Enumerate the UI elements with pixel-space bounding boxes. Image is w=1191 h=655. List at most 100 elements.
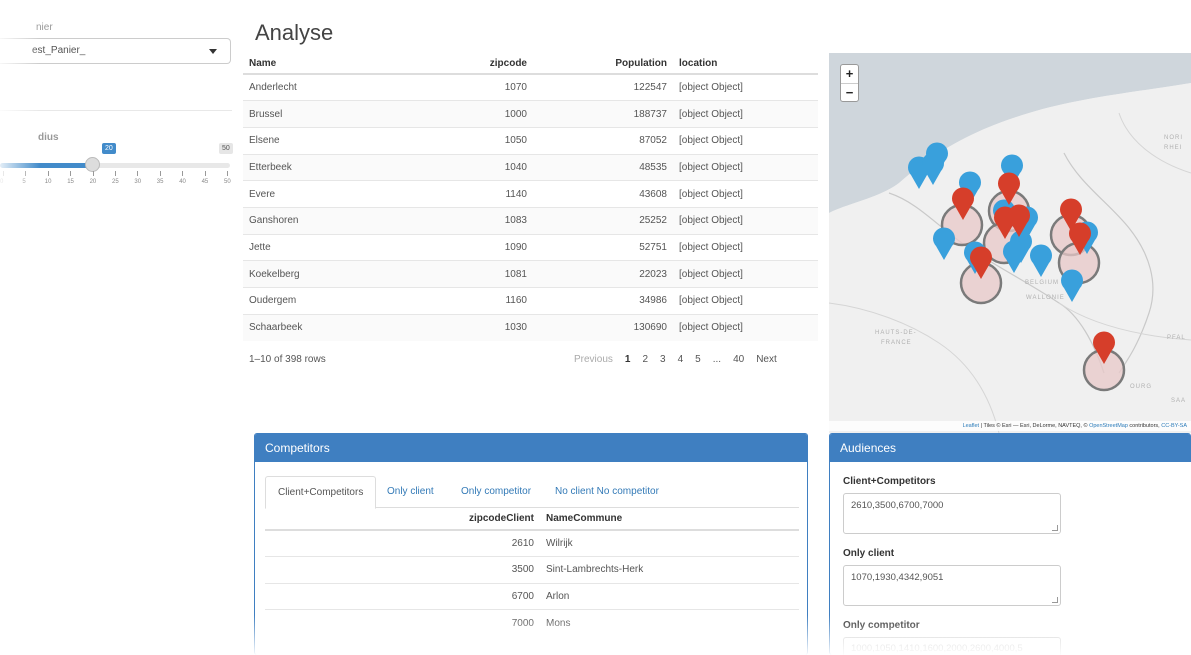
cell-population: 52751 bbox=[533, 233, 673, 261]
table-row: Etterbeek 1040 48535 [object Object] bbox=[243, 153, 818, 181]
page-title: Analyse bbox=[255, 20, 334, 45]
cell-zipcode-client: 3500 bbox=[265, 556, 540, 583]
slider-handle[interactable] bbox=[84, 157, 100, 172]
cell-zipcode-client: 6700 bbox=[265, 582, 540, 610]
slider-tick-label: 10 bbox=[44, 179, 52, 185]
map-tiles bbox=[829, 53, 1191, 433]
cell-name: Etterbeek bbox=[243, 153, 473, 181]
cell-name: Koekelberg bbox=[243, 260, 473, 288]
resize-handle-icon[interactable] bbox=[1052, 597, 1058, 603]
leaflet-link[interactable]: Leaflet bbox=[963, 423, 980, 429]
attribution-text: | Tiles © Esri — Esri, DeLorme, NAVTEQ, … bbox=[979, 423, 1090, 429]
audience-value: 2610,3500,6700,7000 bbox=[851, 500, 944, 511]
pagination-page-40[interactable]: 40 bbox=[727, 354, 750, 365]
cell-zipcode: 1160 bbox=[473, 287, 533, 315]
divider bbox=[0, 110, 232, 111]
cc-by-sa-link[interactable]: CC-BY-SA bbox=[1161, 423, 1187, 429]
slider-value-badge: 20 bbox=[102, 143, 116, 154]
zoom-out-button[interactable]: − bbox=[841, 83, 858, 101]
competitors-panel: Competitors Client+Competitors Only clie… bbox=[254, 433, 808, 655]
table-row: Koekelberg 1081 22023 [object Object] bbox=[243, 260, 818, 288]
map-label: HAUTS-DE- bbox=[875, 330, 917, 336]
attribution-text: contributors, bbox=[1127, 423, 1162, 429]
pagination-page-3[interactable]: 3 bbox=[654, 354, 672, 365]
pagination-next[interactable]: Next bbox=[750, 354, 783, 365]
cell-name: Oudergem bbox=[243, 287, 473, 315]
panier-select-value: est_Panier_ bbox=[32, 45, 86, 56]
cell-zipcode: 1081 bbox=[473, 260, 533, 288]
cell-location: [object Object] bbox=[673, 180, 818, 208]
tab-no-client-no-competitor[interactable]: No client No competitor bbox=[543, 476, 671, 508]
slider-ticks: 0 5 10 15 20 25 30 35 40 45 50 bbox=[0, 171, 234, 185]
pagination-page-4[interactable]: 4 bbox=[672, 354, 690, 365]
slider-fill bbox=[0, 163, 93, 168]
slider-tick-label: 0 bbox=[0, 179, 4, 185]
slider-tick-label: 25 bbox=[112, 179, 119, 185]
column-header-zipcode[interactable]: zipcode bbox=[473, 54, 533, 75]
pagination-page-5[interactable]: 5 bbox=[689, 354, 707, 365]
pagination-ellipsis: ... bbox=[712, 354, 722, 365]
map-label: PFAL bbox=[1167, 335, 1186, 341]
cell-zipcode: 1050 bbox=[473, 126, 533, 155]
caret-down-icon bbox=[209, 49, 217, 54]
cell-name-commune: Mons bbox=[540, 609, 799, 636]
zoom-in-button[interactable]: + bbox=[841, 65, 858, 83]
cell-location: [object Object] bbox=[673, 206, 818, 235]
cell-zipcode: 1090 bbox=[473, 233, 533, 261]
cell-location: [object Object] bbox=[673, 100, 818, 128]
competitors-tabs: Client+Competitors Only client Only comp… bbox=[265, 476, 799, 509]
cell-location: [object Object] bbox=[673, 287, 818, 315]
table-row: Jette 1090 52751 [object Object] bbox=[243, 233, 818, 261]
cell-zipcode: 1070 bbox=[473, 73, 533, 101]
cell-zipcode: 1000 bbox=[473, 100, 533, 128]
audiences-panel: Audiences Client+Competitors 2610,3500,6… bbox=[829, 433, 1191, 655]
audiences-panel-title: Audiences bbox=[830, 434, 1191, 462]
slider-tick bbox=[227, 171, 228, 176]
slider-tick bbox=[115, 171, 116, 176]
map-label: NORI bbox=[1164, 135, 1183, 141]
cell-zipcode-client: 7000 bbox=[265, 609, 540, 636]
column-header-name-commune[interactable]: NameCommune bbox=[540, 508, 799, 531]
tab-only-competitor[interactable]: Only competitor bbox=[449, 476, 543, 508]
audience-textarea-only-competitor[interactable]: 1000,1050,1410,1600,2000,2600,4000,5 bbox=[843, 637, 1061, 655]
cell-zipcode: 1030 bbox=[473, 313, 533, 341]
column-header-location[interactable]: location bbox=[673, 54, 818, 75]
cell-name: Brussel bbox=[243, 100, 473, 128]
sidebar: nier est_Panier_ dius 20 50 0 5 10 15 20 25 30… bbox=[0, 0, 238, 655]
column-header-population[interactable]: Population bbox=[533, 54, 673, 75]
cell-name-commune: Sint-Lambrechts-Herk bbox=[540, 556, 799, 583]
column-header-name[interactable]: Name bbox=[243, 54, 473, 75]
column-header-zipcode-client[interactable]: zipcodeClient bbox=[265, 508, 540, 531]
cell-location: [object Object] bbox=[673, 73, 818, 101]
map-label: WALLONIE bbox=[1026, 295, 1065, 301]
table-header-row: Name zipcode Population location bbox=[243, 54, 818, 75]
tab-client-competitors[interactable]: Client+Competitors bbox=[265, 476, 377, 509]
map[interactable]: BELGIUM WALLONIE HAUTS-DE- FRANCE OURG N… bbox=[829, 53, 1191, 433]
pagination-page-1[interactable]: 1 bbox=[619, 354, 637, 365]
slider-tick-label: 30 bbox=[134, 179, 142, 185]
cell-name: Evere bbox=[243, 180, 473, 208]
audience-textarea-only-client[interactable]: 1070,1930,4342,9051 bbox=[843, 565, 1061, 606]
tab-only-client[interactable]: Only client bbox=[375, 476, 446, 508]
panier-select[interactable]: est_Panier_ bbox=[0, 38, 231, 64]
slider-tick bbox=[3, 171, 4, 176]
table-header-row: zipcodeClient NameCommune bbox=[265, 508, 799, 531]
slider-tick bbox=[92, 171, 94, 176]
slider-tick-label: 20 bbox=[89, 179, 97, 185]
radius-slider[interactable]: 20 50 0 5 10 15 20 25 30 35 40 45 50 bbox=[0, 143, 234, 193]
table-row: Brussel 1000 188737 [object Object] bbox=[243, 100, 818, 128]
cell-location: [object Object] bbox=[673, 126, 818, 155]
pagination-page-2[interactable]: 2 bbox=[636, 354, 654, 365]
cell-name-commune: Arlon bbox=[540, 582, 799, 610]
slider-tick-label: 5 bbox=[22, 179, 26, 185]
cell-name: Anderlecht bbox=[243, 73, 473, 101]
resize-handle-icon[interactable] bbox=[1052, 525, 1058, 531]
cell-location: [object Object] bbox=[673, 313, 818, 341]
pagination-previous[interactable]: Previous bbox=[568, 354, 619, 365]
osm-link[interactable]: OpenStreetMap bbox=[1089, 423, 1128, 429]
zoom-control: + − bbox=[840, 64, 859, 102]
pagination: Previous 1 2 3 4 5 ... 40 Next bbox=[568, 354, 783, 365]
audience-textarea-client-competitors[interactable]: 2610,3500,6700,7000 bbox=[843, 493, 1061, 534]
audience-label-client-competitors: Client+Competitors bbox=[843, 476, 936, 487]
slider-tick-label: 45 bbox=[201, 179, 209, 185]
